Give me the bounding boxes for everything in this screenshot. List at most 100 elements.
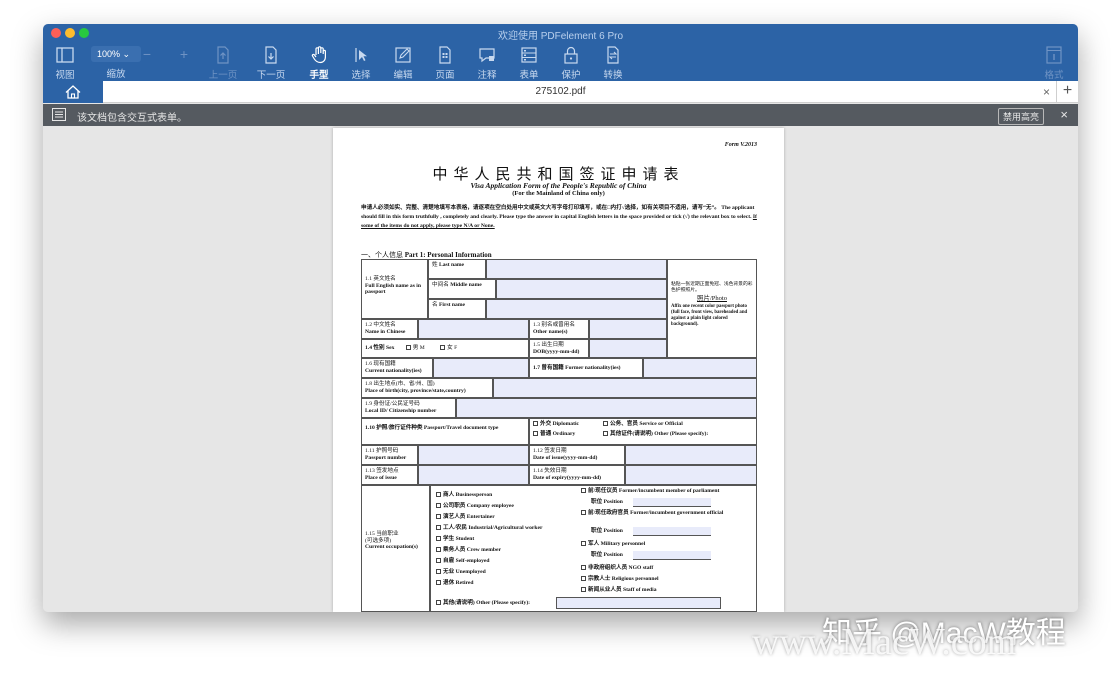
occupation-option-label: 学生 Student — [443, 536, 475, 542]
occupation-option[interactable]: 新闻从业人员 Staff of media — [581, 587, 756, 594]
page-button[interactable]: 页面 — [425, 45, 465, 81]
first-cn: 名 — [432, 302, 438, 308]
occupation-option[interactable]: 商人 Businessperson — [436, 492, 492, 499]
checkbox-icon — [533, 430, 538, 436]
last-name-label: 姓 Last name — [428, 259, 486, 279]
title-bar: 欢迎使用 PDFelement 6 Pro — [43, 24, 1078, 42]
checkbox-icon — [603, 430, 608, 436]
occupation-option[interactable]: 学生 Student — [436, 536, 474, 543]
occupation-option[interactable]: 军人 Military personnel — [581, 541, 756, 548]
occupation-option-label: 自雇 Self-employed — [443, 558, 490, 564]
personal-info-form: 1.1 英文姓名 Full English name as in passpor… — [361, 259, 757, 612]
issue-date-input[interactable] — [625, 445, 757, 465]
window-title: 欢迎使用 PDFelement 6 Pro — [497, 31, 624, 42]
new-tab-button[interactable]: + — [1056, 81, 1078, 103]
notice-text: 该文档包含交互式表单。 — [77, 113, 187, 124]
service-label: 公务、官员 Service or Official — [610, 421, 683, 427]
occupation-option[interactable]: 乘务人员 Crew member — [436, 547, 501, 554]
current-nationality-input[interactable] — [433, 358, 529, 378]
occupation-option[interactable]: 自雇 Self-employed — [436, 558, 489, 565]
birthplace-input[interactable] — [493, 378, 757, 398]
type-diplomatic-option[interactable]: 外交 Diplomatic — [533, 421, 603, 428]
format-label: 格式 — [1044, 70, 1064, 81]
issue-place-input[interactable] — [418, 465, 529, 485]
zoom-in-button[interactable]: + — [174, 46, 194, 62]
dob-input[interactable] — [589, 339, 667, 358]
type-other-option[interactable]: 其他证件(请说明) Other (Please specify): — [603, 430, 708, 437]
notice-close-button[interactable]: × — [1060, 107, 1068, 122]
local-id-input[interactable] — [456, 398, 757, 418]
page-label: 页面 — [435, 70, 455, 81]
occupation-option[interactable]: 宗教人士 Religious personnel — [581, 576, 756, 583]
format-button[interactable]: 格式 — [1034, 45, 1074, 81]
prev-page-button[interactable]: 上一页 — [203, 45, 243, 81]
f11-en: Full English name as in passport — [365, 282, 421, 296]
photo-box: 粘贴一张近期正面免冠、浅色背景的彩色护照照片。 照片/Photo Affix o… — [667, 259, 757, 358]
middle-name-input[interactable] — [496, 279, 667, 299]
zoom-out-button[interactable]: − — [137, 46, 157, 62]
checkbox-icon — [603, 421, 608, 426]
occupation-option-label: 职位 Position — [591, 528, 623, 534]
f111-en: Passport number — [365, 454, 407, 461]
occupation-option[interactable]: 演艺人员 Entertainer — [436, 514, 495, 521]
f112-en: Date of issue(yyyy-mm-dd) — [533, 454, 598, 461]
position-input[interactable] — [633, 527, 711, 536]
view-button[interactable]: 视图 — [45, 45, 85, 81]
last-name-input[interactable] — [486, 259, 667, 279]
occupation-option[interactable]: 无业 Unemployed — [436, 569, 486, 576]
chevron-down-icon: ⌄ — [122, 49, 131, 59]
zoom-select[interactable]: 100% ⌄ — [91, 46, 141, 62]
checkbox-icon — [581, 510, 586, 515]
sex-female-option[interactable]: 女 F — [440, 345, 457, 351]
hand-icon — [311, 46, 326, 64]
occupation-option[interactable]: 工人/农民 Industrial/Agricultural worker — [436, 525, 542, 532]
field-1-7-label: 1.7 曾有国籍 Former nationality(ies) — [529, 358, 643, 378]
occupation-other-option[interactable]: 其他(请说明) Other (Please specify): — [436, 600, 530, 607]
passport-number-input[interactable] — [418, 445, 529, 465]
former-nationality-input[interactable] — [643, 358, 757, 378]
sex-male-option[interactable]: 男 M — [405, 345, 425, 351]
annotate-button[interactable]: 注释 — [467, 45, 507, 81]
occupation-option[interactable]: 非政府组织人员 NGO staff — [581, 565, 756, 572]
male-label: 男 M — [412, 345, 425, 351]
document-canvas[interactable]: Form V.2013 中华人民共和国签证申请表 Visa Applicatio… — [43, 126, 1078, 612]
convert-button[interactable]: 转换 — [593, 45, 633, 81]
tab-close-button[interactable]: × — [1043, 85, 1050, 99]
type-ordinary-option[interactable]: 普通 Ordinary — [533, 430, 603, 438]
page-up-icon — [217, 46, 229, 64]
form-button[interactable]: 表单 — [509, 45, 549, 81]
type-service-option[interactable]: 公务、官员 Service or Official — [603, 421, 683, 427]
occupation-other-input[interactable] — [556, 597, 721, 609]
occupation-other-label: 其他(请说明) Other (Please specify): — [443, 600, 531, 606]
occupation-option[interactable]: 前/现任政府官员 Former/incumbent government off… — [581, 510, 756, 517]
document-tab-title[interactable]: 275102.pdf — [43, 86, 1078, 97]
convert-label: 转换 — [603, 70, 623, 81]
edit-button[interactable]: 编辑 — [383, 45, 423, 81]
photo-title: 照片/Photo — [697, 295, 727, 302]
position-input[interactable] — [633, 551, 711, 560]
f12-en: Name in Chinese — [365, 328, 406, 335]
chinese-name-input[interactable] — [418, 319, 529, 339]
sidebar-icon — [56, 47, 74, 63]
f15-en: DOB(yyyy-mm-dd) — [533, 348, 580, 355]
next-page-button[interactable]: 下一页 — [251, 45, 291, 81]
other-names-input[interactable] — [589, 319, 667, 339]
hand-tool-button[interactable]: 手型 — [299, 45, 339, 81]
protect-button[interactable]: 保护 — [551, 45, 591, 81]
subtitle: (For the Mainland of China only) — [512, 190, 605, 197]
position-input[interactable] — [633, 498, 711, 507]
select-tool-button[interactable]: 选择 — [341, 45, 381, 81]
convert-icon — [607, 46, 619, 64]
form-icon — [521, 47, 537, 63]
f16-en: Current nationality(ies) — [365, 367, 422, 374]
checkbox-icon — [581, 576, 586, 581]
expiry-date-input[interactable] — [625, 465, 757, 485]
occupation-option[interactable]: 退休 Retired — [436, 580, 474, 587]
disable-highlight-button[interactable]: 禁用高亮 — [997, 108, 1044, 125]
female-label: 女 F — [447, 345, 458, 351]
occupation-option[interactable]: 公司职员 Company employee — [436, 503, 514, 510]
occupation-option[interactable]: 前/现任议员 Former/incumbent member of parlia… — [581, 488, 756, 495]
f19-en: Local ID/ Citizenship number — [365, 407, 437, 414]
occupation-option-label: 非政府组织人员 NGO staff — [588, 565, 654, 571]
first-name-input[interactable] — [486, 299, 667, 319]
